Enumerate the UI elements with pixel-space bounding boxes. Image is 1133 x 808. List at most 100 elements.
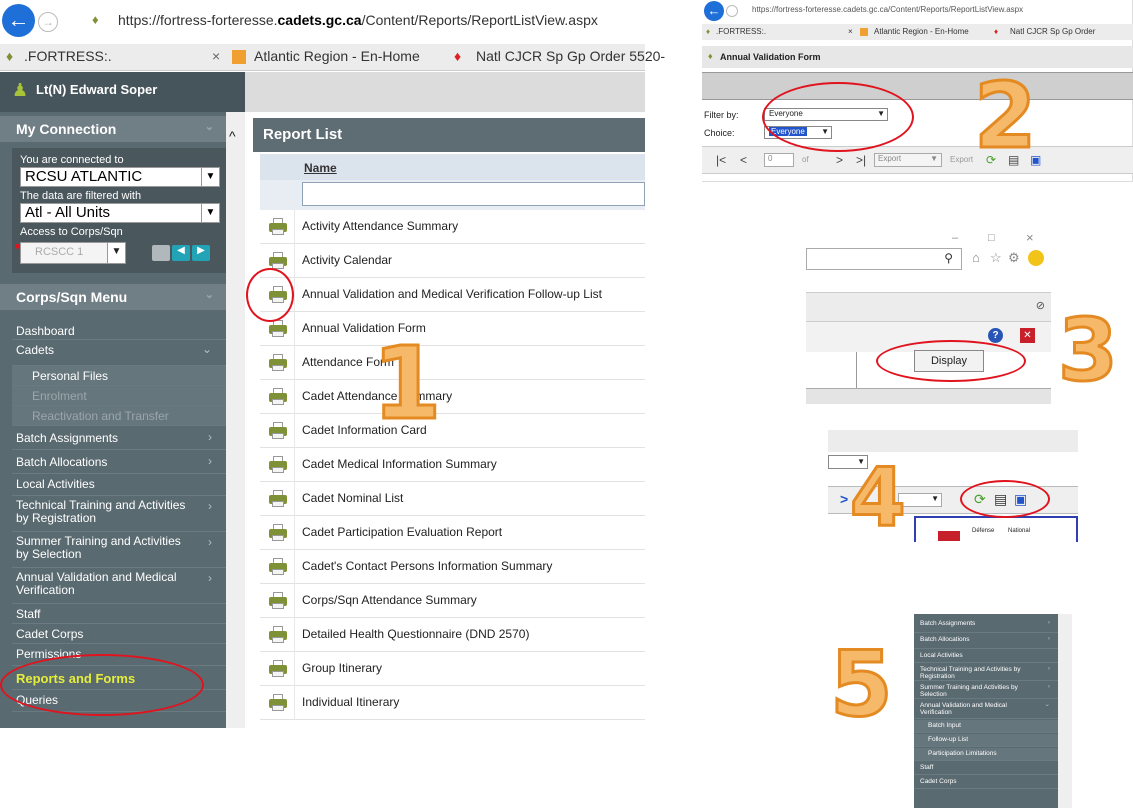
- close-tab-icon[interactable]: ×: [848, 27, 853, 36]
- report-row[interactable]: Group Itinerary: [260, 652, 645, 686]
- next-icon[interactable]: ▶: [192, 245, 210, 261]
- sidebar-item[interactable]: Technical Training and Activities by Reg…: [12, 496, 226, 532]
- report-name[interactable]: Detailed Health Questionnaire (DND 2570): [302, 627, 529, 641]
- report-name[interactable]: Cadet Medical Information Summary: [302, 457, 497, 471]
- p2-tab-atlantic[interactable]: Atlantic Region - En-Home: [874, 27, 969, 36]
- print-icon[interactable]: [268, 524, 288, 542]
- report-row[interactable]: Annual Validation and Medical Verificati…: [260, 278, 645, 312]
- small-menu-item[interactable]: Batch Assignments ›: [914, 618, 1058, 633]
- report-row[interactable]: Attendance Form: [260, 346, 645, 380]
- print-icon[interactable]: [268, 422, 288, 440]
- page-input[interactable]: 0: [764, 153, 794, 167]
- report-row[interactable]: Cadet Participation Evaluation Report: [260, 516, 645, 550]
- print-icon[interactable]: [268, 218, 288, 236]
- report-row[interactable]: Cadet Medical Information Summary: [260, 448, 645, 482]
- p2-url-text[interactable]: https://fortress-forteresse.cadets.gc.ca…: [752, 5, 1023, 14]
- help-icon[interactable]: ?: [988, 328, 1003, 343]
- report-row[interactable]: Cadet Nominal List: [260, 482, 645, 516]
- browser-search-box[interactable]: ⚲: [806, 248, 962, 270]
- sidebar-item[interactable]: Summer Training and Activities by Select…: [12, 532, 226, 568]
- smiley-icon[interactable]: [1028, 250, 1044, 266]
- tab-fortress[interactable]: .FORTRESS:.: [24, 48, 112, 64]
- close-tab-icon[interactable]: ×: [212, 48, 220, 64]
- small-menu-item[interactable]: Follow-up List: [914, 734, 1058, 747]
- print-icon[interactable]: [268, 558, 288, 576]
- corps-menu-header[interactable]: Corps/Sqn Menu ⌄: [0, 284, 226, 310]
- last-page-icon[interactable]: >|: [856, 153, 866, 167]
- next-page-icon[interactable]: >: [836, 153, 843, 167]
- report-row[interactable]: Individual Itinerary: [260, 686, 645, 720]
- forward-icon[interactable]: →: [38, 12, 58, 32]
- export-link[interactable]: Export: [950, 155, 973, 164]
- forward-icon[interactable]: [726, 5, 738, 17]
- filter-select[interactable]: Atl - All Units ▼: [20, 203, 220, 223]
- prev-icon[interactable]: ◀: [172, 245, 190, 261]
- star-icon[interactable]: ☆: [990, 250, 1002, 266]
- minimize-icon[interactable]: –: [952, 232, 958, 244]
- sidebar-item[interactable]: Personal Files: [12, 366, 226, 386]
- my-connection-header[interactable]: My Connection ⌄: [0, 116, 226, 142]
- small-menu-item[interactable]: Technical Training and Activities by Reg…: [914, 664, 1058, 681]
- close-icon[interactable]: ✕: [1020, 328, 1035, 343]
- back-icon[interactable]: ←: [704, 1, 724, 21]
- report-name[interactable]: Activity Attendance Summary: [302, 219, 458, 233]
- small-menu-item[interactable]: Local Activities: [914, 650, 1058, 663]
- small-menu-item[interactable]: Cadet Corps: [914, 776, 1058, 789]
- small-menu-item[interactable]: Staff: [914, 762, 1058, 775]
- sidebar-item[interactable]: Dashboard: [12, 321, 226, 340]
- report-row[interactable]: Annual Validation Form: [260, 312, 645, 346]
- report-row[interactable]: Detailed Health Questionnaire (DND 2570): [260, 618, 645, 652]
- p2-tab-fortress[interactable]: .FORTRESS:.: [716, 27, 766, 36]
- first-page-icon[interactable]: |<: [716, 153, 726, 167]
- home-icon[interactable]: ⌂: [972, 250, 980, 265]
- report-name[interactable]: Group Itinerary: [302, 661, 382, 675]
- print-icon[interactable]: [268, 388, 288, 406]
- sidebar-item[interactable]: Local Activities: [12, 474, 226, 496]
- print-icon[interactable]: [268, 456, 288, 474]
- collapse-up-icon[interactable]: ^: [229, 128, 236, 144]
- print-icon[interactable]: [268, 694, 288, 712]
- prev-page-icon[interactable]: <: [740, 153, 747, 167]
- print-icon[interactable]: [268, 660, 288, 678]
- back-icon[interactable]: ←: [2, 4, 35, 37]
- report-name[interactable]: Corps/Sqn Attendance Summary: [302, 593, 477, 607]
- url-text[interactable]: https://fortress-forteresse.cadets.gc.ca…: [118, 12, 598, 28]
- name-filter-input[interactable]: [302, 182, 645, 206]
- small-menu-item[interactable]: Participation Limitations: [914, 748, 1058, 761]
- export-select[interactable]: Export ▼: [874, 153, 942, 167]
- settings-icon[interactable]: ⚙: [1008, 250, 1020, 266]
- sidebar-item[interactable]: Batch Allocations ›: [12, 452, 226, 474]
- first-icon[interactable]: [152, 245, 170, 261]
- print-icon[interactable]: [268, 354, 288, 372]
- report-name[interactable]: Cadet Participation Evaluation Report: [302, 525, 502, 539]
- print-icon[interactable]: [268, 592, 288, 610]
- name-column-header[interactable]: Name: [294, 154, 645, 180]
- next-page-icon[interactable]: >: [840, 491, 848, 507]
- corps-select[interactable]: RCSCC 1 ▼: [20, 242, 126, 264]
- report-row[interactable]: Activity Attendance Summary: [260, 210, 645, 244]
- report-row[interactable]: Corps/Sqn Attendance Summary: [260, 584, 645, 618]
- tab-natl[interactable]: Natl CJCR Sp Gp Order 5520-: [476, 48, 665, 64]
- unit-select[interactable]: RCSU ATLANTIC ▼: [20, 167, 220, 187]
- report-name[interactable]: Cadet's Contact Persons Information Summ…: [302, 559, 552, 573]
- maximize-icon[interactable]: □: [988, 232, 995, 244]
- close-window-icon[interactable]: ×: [1026, 230, 1034, 245]
- report-name[interactable]: Cadet Nominal List: [302, 491, 403, 505]
- print-icon[interactable]: [268, 490, 288, 508]
- sidebar-item[interactable]: Annual Validation and Medical Verificati…: [12, 568, 226, 604]
- report-name[interactable]: Individual Itinerary: [302, 695, 399, 709]
- report-name[interactable]: Annual Validation and Medical Verificati…: [302, 287, 602, 301]
- print-icon[interactable]: [268, 626, 288, 644]
- report-name[interactable]: Activity Calendar: [302, 253, 392, 267]
- small-menu-item[interactable]: Batch Input: [914, 720, 1058, 733]
- sidebar-item[interactable]: Staff: [12, 604, 226, 624]
- small-menu-item[interactable]: Annual Validation and Medical Verificati…: [914, 700, 1058, 719]
- sidebar-item[interactable]: Cadet Corps: [12, 624, 226, 644]
- p2-tab-natl[interactable]: Natl CJCR Sp Gp Order: [1010, 27, 1095, 36]
- report-row[interactable]: Cadet Attendance Summary: [260, 380, 645, 414]
- link-icon[interactable]: ⊘: [1036, 299, 1045, 312]
- sidebar-item[interactable]: Batch Assignments ›: [12, 428, 226, 450]
- tab-atlantic[interactable]: Atlantic Region - En-Home: [254, 48, 420, 64]
- print-icon[interactable]: [268, 320, 288, 338]
- report-row[interactable]: Cadet's Contact Persons Information Summ…: [260, 550, 645, 584]
